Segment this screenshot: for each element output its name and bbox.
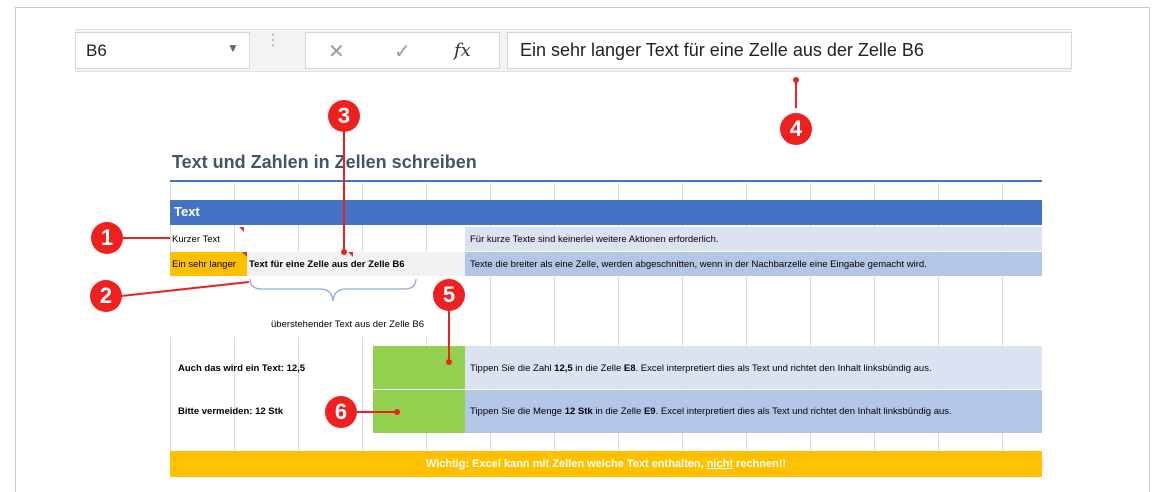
brace-label: überstehender Text aus der Zelle B6 [271,319,424,330]
cell-e9[interactable] [373,390,465,433]
worksheet: Text und Zahlen in Zellen schreiben Text… [170,145,1042,477]
title-underline [170,180,1042,182]
section-header[interactable]: Text [170,200,1042,225]
comment-indicator [239,227,244,232]
footer-warning: Wichtig: Excel kann mit Zellen welche Te… [170,451,1042,477]
comment-indicator [348,252,353,257]
callout-6: 6 [325,396,357,428]
desc-text: Texte die breiter als eine Zelle, werden… [470,259,927,270]
row-short-text: Kurzer Text Für kurze Texte sind keinerl… [170,227,1042,251]
cell-b8[interactable]: Auch das wird ein Text: 12,5 [178,363,305,374]
callout-4: 4 [780,113,812,145]
callout-2: 2 [90,280,122,312]
sheet-title[interactable]: Text und Zahlen in Zellen schreiben [172,152,477,173]
formula-text: Ein sehr langer Text für eine Zelle aus … [520,40,924,60]
brace-area: überstehender Text aus der Zelle B6 [170,277,465,337]
footer-text: Wichtig: Excel kann mit Zellen welche Te… [425,458,787,470]
desc-cell[interactable]: Tippen Sie die Zahl 12,5 in die Zelle E8… [465,346,1042,389]
cancel-icon[interactable]: ✕ [328,39,345,64]
row-number-text: Auch das wird ein Text: 12,5 Tippen Sie … [170,346,1042,389]
formula-input[interactable]: Ein sehr langer Text für eine Zelle aus … [507,32,1072,69]
cell-b9[interactable]: Bitte vermeiden: 12 Stk [178,406,283,417]
callout-5: 5 [433,279,465,311]
cell-b6[interactable]: Ein sehr langer [172,259,236,270]
more-options-icon[interactable]: ⋮ [265,33,281,64]
desc-cell[interactable]: Texte die breiter als eine Zelle, werden… [465,252,1042,276]
desc-text: Tippen Sie die Zahl 12,5 in die Zelle E8… [470,363,932,374]
cell-b5[interactable]: Kurzer Text [172,234,220,245]
chevron-down-icon[interactable]: ▼ [227,41,239,55]
section-header-label: Text [174,204,200,219]
insert-function-icon[interactable]: fx [454,40,471,61]
callout-1: 1 [91,222,123,254]
enter-icon[interactable]: ✓ [394,39,411,64]
name-box-value: B6 [86,41,107,60]
cell-b6-overflow: Text für eine Zelle aus der Zelle B6 [249,259,405,270]
callout-3: 3 [328,100,360,132]
name-box[interactable]: B6 ▼ [75,32,250,69]
row-quantity-text: Bitte vermeiden: 12 Stk Tippen Sie die M… [170,390,1042,433]
desc-text: Für kurze Texte sind keinerlei weitere A… [470,234,719,245]
cell-e8[interactable] [373,346,465,389]
desc-text: Tippen Sie die Menge 12 Stk in die Zelle… [470,406,952,417]
desc-cell[interactable]: Für kurze Texte sind keinerlei weitere A… [465,227,1042,251]
brace-shape [249,278,417,302]
desc-cell[interactable]: Tippen Sie die Menge 12 Stk in die Zelle… [465,390,1042,433]
row-long-text: Ein sehr langer Text für eine Zelle aus … [170,252,1042,276]
formula-buttons: ✕ ✓ fx [305,32,500,69]
comment-indicator [242,252,247,257]
